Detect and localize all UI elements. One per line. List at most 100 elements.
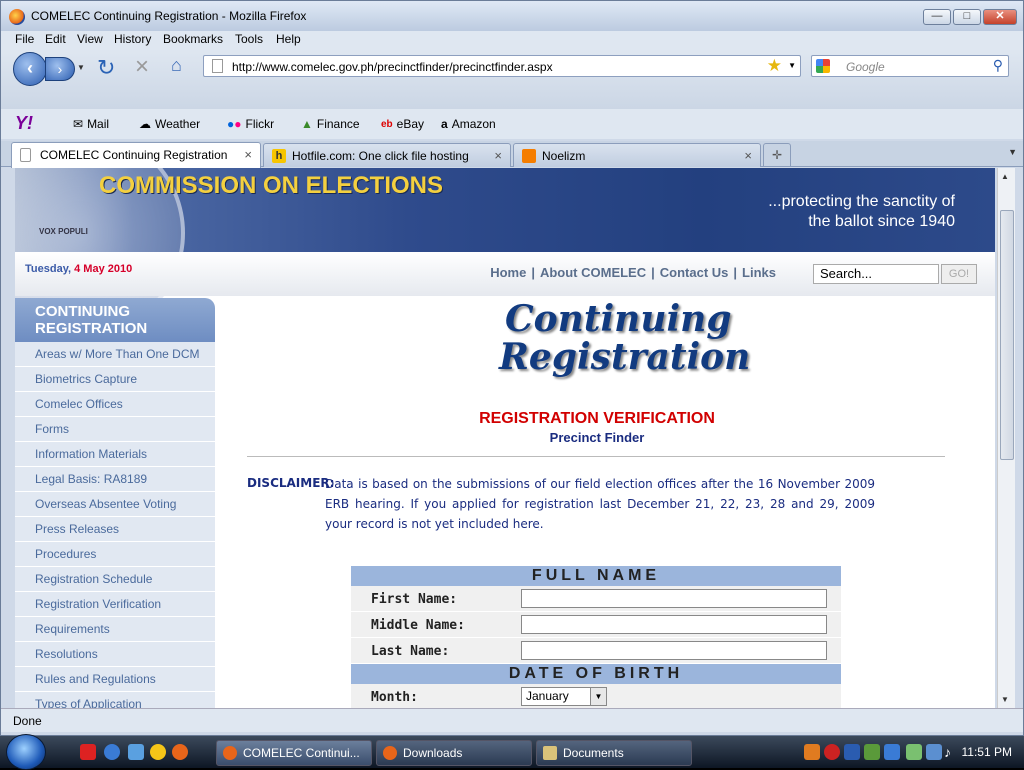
- sidebar-item[interactable]: Forms: [15, 417, 215, 442]
- nav-links-link[interactable]: Links: [742, 265, 776, 280]
- tab-hotfile[interactable]: h Hotfile.com: One click file hosting ×: [263, 143, 511, 167]
- yahoo-weather[interactable]: ☁ Weather: [139, 117, 200, 131]
- scrollbar-thumb[interactable]: [1000, 210, 1014, 460]
- volume-icon[interactable]: ♪: [944, 744, 960, 760]
- url-bar[interactable]: http://www.comelec.gov.ph/precinctfinder…: [203, 55, 801, 77]
- menu-edit[interactable]: Edit: [45, 32, 66, 46]
- middle-name-input[interactable]: [521, 615, 827, 634]
- tray-c-icon[interactable]: [844, 744, 860, 760]
- tray-antivirus-icon[interactable]: [824, 744, 840, 760]
- sidebar-item[interactable]: Procedures: [15, 542, 215, 567]
- menu-bookmarks[interactable]: Bookmarks: [163, 32, 223, 46]
- search-placeholder[interactable]: Google: [846, 60, 885, 74]
- google-icon[interactable]: [816, 59, 830, 73]
- tab-noelizm[interactable]: Noelizm ×: [513, 143, 761, 167]
- tray-app-icon[interactable]: [884, 744, 900, 760]
- network-icon[interactable]: [926, 744, 942, 760]
- close-button[interactable]: ✕: [983, 9, 1017, 25]
- list-tabs-icon[interactable]: ▼: [1008, 147, 1017, 157]
- task-comelec[interactable]: COMELEC Continui...: [216, 740, 372, 766]
- search-bar[interactable]: Google ⚲: [811, 55, 1009, 77]
- site-search-input[interactable]: Search...: [813, 264, 939, 284]
- nav-about-link[interactable]: About COMELEC: [540, 265, 646, 280]
- close-tab-icon[interactable]: ×: [244, 147, 252, 162]
- bookmark-star-icon[interactable]: ★: [767, 56, 782, 76]
- yahoo-mail[interactable]: ✉ Mail: [73, 117, 109, 131]
- nav-contact-link[interactable]: Contact Us: [660, 265, 729, 280]
- amazon-icon: a: [441, 117, 448, 131]
- window-title: COMELEC Continuing Registration - Mozill…: [31, 9, 307, 23]
- menu-view[interactable]: View: [77, 32, 103, 46]
- sidebar-item[interactable]: Areas w/ More Than One DCM: [15, 342, 215, 367]
- menu-history[interactable]: History: [114, 32, 151, 46]
- scroll-down-icon[interactable]: ▼: [1001, 695, 1009, 704]
- menu-file[interactable]: File: [15, 32, 34, 46]
- task-documents[interactable]: Documents: [536, 740, 692, 766]
- scroll-up-icon[interactable]: ▲: [1001, 172, 1009, 181]
- url-dropdown-icon[interactable]: ▼: [788, 61, 796, 70]
- month-label: Month:: [371, 690, 418, 705]
- page-scrollbar[interactable]: ▲ ▼: [997, 168, 1015, 708]
- yahoo-logo-icon[interactable]: Y!: [15, 113, 33, 134]
- minimize-button[interactable]: —: [923, 9, 951, 25]
- firefox-icon: [223, 746, 237, 760]
- sidebar-item[interactable]: Types of Application: [15, 692, 215, 708]
- menu-help[interactable]: Help: [276, 32, 301, 46]
- url-text[interactable]: http://www.comelec.gov.ph/precinctfinder…: [232, 60, 553, 74]
- yahoo-messenger-icon[interactable]: [150, 744, 166, 760]
- month-select[interactable]: January ▼: [521, 687, 607, 706]
- sidebar-item[interactable]: Rules and Regulations: [15, 667, 215, 692]
- task-downloads[interactable]: Downloads: [376, 740, 532, 766]
- disclaimer-label: DISCLAIMER:: [247, 476, 335, 490]
- forward-button[interactable]: ›: [45, 57, 75, 81]
- start-button[interactable]: [6, 734, 46, 770]
- sidebar-item[interactable]: Resolutions: [15, 642, 215, 667]
- maximize-button[interactable]: □: [953, 9, 981, 25]
- browser-window: COMELEC Continuing Registration - Mozill…: [0, 0, 1024, 736]
- sidebar-item[interactable]: Press Releases: [15, 517, 215, 542]
- messenger-icon[interactable]: [128, 744, 144, 760]
- close-tab-icon[interactable]: ×: [744, 148, 752, 163]
- home-icon[interactable]: ⌂: [171, 55, 182, 76]
- search-icon[interactable]: ⚲: [993, 57, 1003, 74]
- close-tab-icon[interactable]: ×: [494, 148, 502, 163]
- firefox-icon: [9, 9, 25, 25]
- firefox-quicklaunch-icon[interactable]: [172, 744, 188, 760]
- tray-app-icon[interactable]: [864, 744, 880, 760]
- tab-comelec[interactable]: COMELEC Continuing Registration ×: [11, 142, 261, 168]
- last-name-input[interactable]: [521, 641, 827, 660]
- go-button[interactable]: GO!: [941, 264, 977, 284]
- yahoo-finance[interactable]: ▲ Finance: [301, 117, 360, 131]
- first-name-input[interactable]: [521, 589, 827, 608]
- nav-home-link[interactable]: Home: [490, 265, 526, 280]
- menu-tools[interactable]: Tools: [235, 32, 263, 46]
- stop-icon[interactable]: ×: [135, 53, 149, 81]
- media-player-icon[interactable]: [104, 744, 120, 760]
- tray-app-icon[interactable]: [906, 744, 922, 760]
- sidebar-item[interactable]: Overseas Absentee Voting: [15, 492, 215, 517]
- sidebar-item[interactable]: Comelec Offices: [15, 392, 215, 417]
- back-button[interactable]: ‹: [13, 52, 47, 86]
- history-dropdown-icon[interactable]: ▼: [77, 63, 85, 72]
- precinct-finder-form: FULL NAME First Name: Middle Name: Last …: [351, 566, 841, 708]
- last-name-row: Last Name:: [351, 638, 841, 664]
- yahoo-flickr[interactable]: ●● Flickr: [227, 117, 274, 131]
- status-text: Done: [13, 714, 42, 728]
- sidebar-item[interactable]: Biometrics Capture: [15, 367, 215, 392]
- yahoo-ebay[interactable]: eb eBay: [381, 117, 424, 131]
- clock[interactable]: 11:51 PM: [962, 745, 1012, 759]
- sidebar-item[interactable]: Registration Verification: [15, 592, 215, 617]
- sidebar-item[interactable]: Information Materials: [15, 442, 215, 467]
- first-name-row: First Name:: [351, 586, 841, 612]
- sidebar-item[interactable]: Requirements: [15, 617, 215, 642]
- sidebar-item[interactable]: Registration Schedule: [15, 567, 215, 592]
- new-tab-icon[interactable]: ✛: [763, 143, 791, 167]
- reload-icon[interactable]: ↻: [97, 55, 115, 81]
- tray-app-icon[interactable]: [804, 744, 820, 760]
- ebay-icon: eb: [381, 118, 393, 130]
- acrobat-icon[interactable]: [80, 744, 96, 760]
- yahoo-amazon[interactable]: a Amazon: [441, 117, 496, 131]
- mail-icon: ✉: [73, 117, 84, 131]
- sidebar-header: CONTINUING REGISTRATION: [15, 298, 215, 342]
- sidebar-item[interactable]: Legal Basis: RA8189: [15, 467, 215, 492]
